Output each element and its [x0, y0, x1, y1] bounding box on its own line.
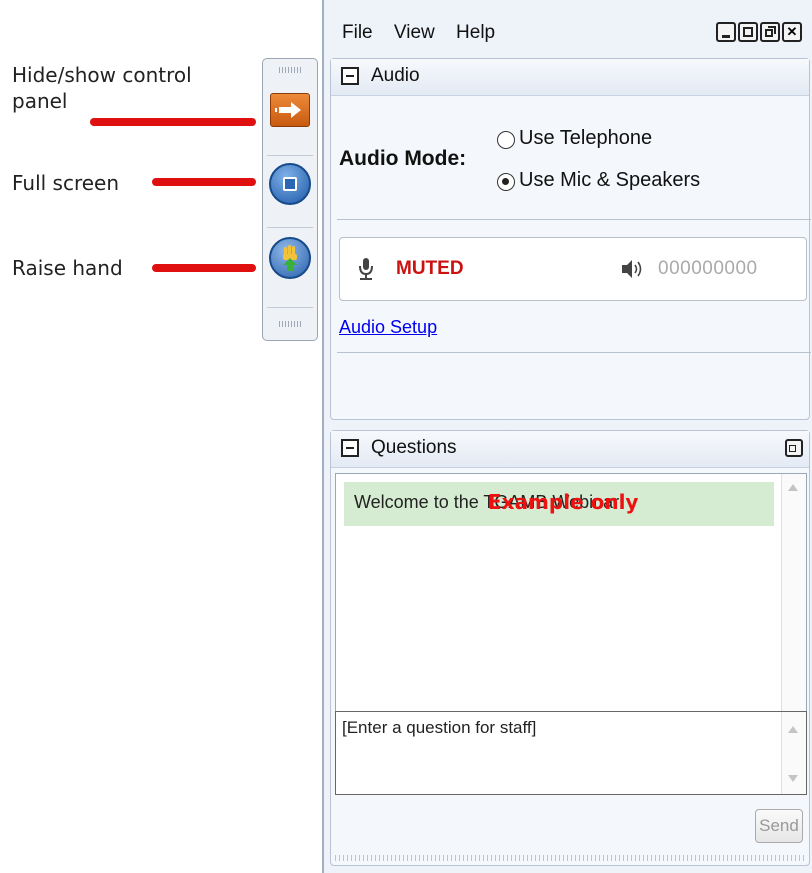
minimize-icon[interactable] — [716, 22, 736, 42]
questions-log: Welcome to the TGAMB Webinar Example onl… — [335, 473, 807, 735]
grip-handle[interactable] — [279, 67, 301, 73]
restore-icon[interactable] — [760, 22, 780, 42]
questions-title: Questions — [371, 437, 457, 458]
collapse-icon[interactable] — [341, 439, 359, 457]
annotation-arrow — [90, 118, 256, 126]
radio-use-mic-speakers[interactable] — [497, 173, 515, 191]
collapse-icon[interactable] — [341, 67, 359, 85]
annotation-raise-hand-label: Raise hand — [12, 256, 123, 280]
divider — [267, 307, 313, 308]
resize-grip[interactable] — [335, 855, 807, 861]
close-icon[interactable]: ✕ — [782, 22, 802, 42]
maximize-icon[interactable] — [738, 22, 758, 42]
annotation-hide-show: Hide/show control panel — [12, 62, 242, 114]
hide-show-panel-button[interactable] — [270, 93, 310, 127]
audio-panel: Audio Audio Mode: Use Telephone Use Mic … — [330, 58, 811, 420]
mic-status: MUTED — [396, 258, 464, 279]
audio-setup-link[interactable]: Audio Setup — [339, 317, 437, 338]
audio-title: Audio — [371, 65, 420, 86]
option-use-mic-speakers-label: Use Mic & Speakers — [519, 169, 701, 191]
menu-bar: File View Help — [342, 22, 511, 44]
raise-hand-button[interactable] — [269, 237, 311, 279]
send-button[interactable]: Send — [755, 809, 803, 843]
divider — [267, 227, 313, 228]
scroll-up-icon[interactable] — [788, 484, 798, 491]
full-screen-button[interactable] — [269, 163, 311, 205]
input-scrollbar[interactable] — [781, 712, 806, 794]
speaker-icon — [622, 260, 642, 278]
arrow-right-icon — [275, 102, 301, 118]
questions-panel-header: Questions — [331, 431, 809, 468]
popout-icon[interactable] — [785, 439, 803, 457]
radio-use-telephone[interactable] — [497, 131, 515, 149]
annotation-full-screen: Full screen — [12, 170, 119, 196]
speaker-level: 000000000 — [658, 258, 758, 279]
audio-panel-header: Audio — [331, 59, 809, 96]
log-scrollbar[interactable] — [781, 474, 806, 734]
question-input[interactable]: [Enter a question for staff] — [335, 711, 807, 795]
divider — [267, 155, 313, 156]
menu-view[interactable]: View — [394, 22, 435, 43]
grip-handle[interactable] — [279, 321, 301, 327]
menu-help[interactable]: Help — [456, 22, 495, 43]
raise-hand-icon — [283, 245, 297, 271]
annotation-full-screen-label: Full screen — [12, 171, 120, 195]
webinar-window: File View Help ✕ Audio Audio Mode: Use T… — [322, 0, 812, 873]
menu-file[interactable]: File — [342, 22, 373, 43]
audio-status-box: MUTED 000000000 — [339, 237, 807, 301]
message-row: Welcome to the TGAMB Webinar Example onl… — [344, 482, 774, 526]
audio-mode-label: Audio Mode: — [339, 147, 467, 170]
annotation-arrow — [152, 264, 256, 272]
divider — [337, 352, 811, 353]
scroll-up-icon[interactable] — [788, 726, 798, 733]
option-use-telephone-label: Use Telephone — [519, 127, 653, 149]
watermark-text: Example only — [488, 490, 639, 514]
full-screen-icon — [283, 177, 297, 191]
annotation-hide-show-label: Hide/show control panel — [12, 63, 192, 113]
annotation-raise-hand: Raise hand — [12, 255, 123, 281]
divider — [337, 219, 811, 220]
question-input-placeholder: [Enter a question for staff] — [342, 718, 537, 737]
microphone-icon — [359, 258, 373, 280]
questions-panel: Questions Welcome to the TGAMB Webinar E… — [330, 430, 810, 866]
control-strip — [262, 58, 318, 341]
annotation-arrow — [152, 178, 256, 186]
scroll-down-icon[interactable] — [788, 775, 798, 782]
